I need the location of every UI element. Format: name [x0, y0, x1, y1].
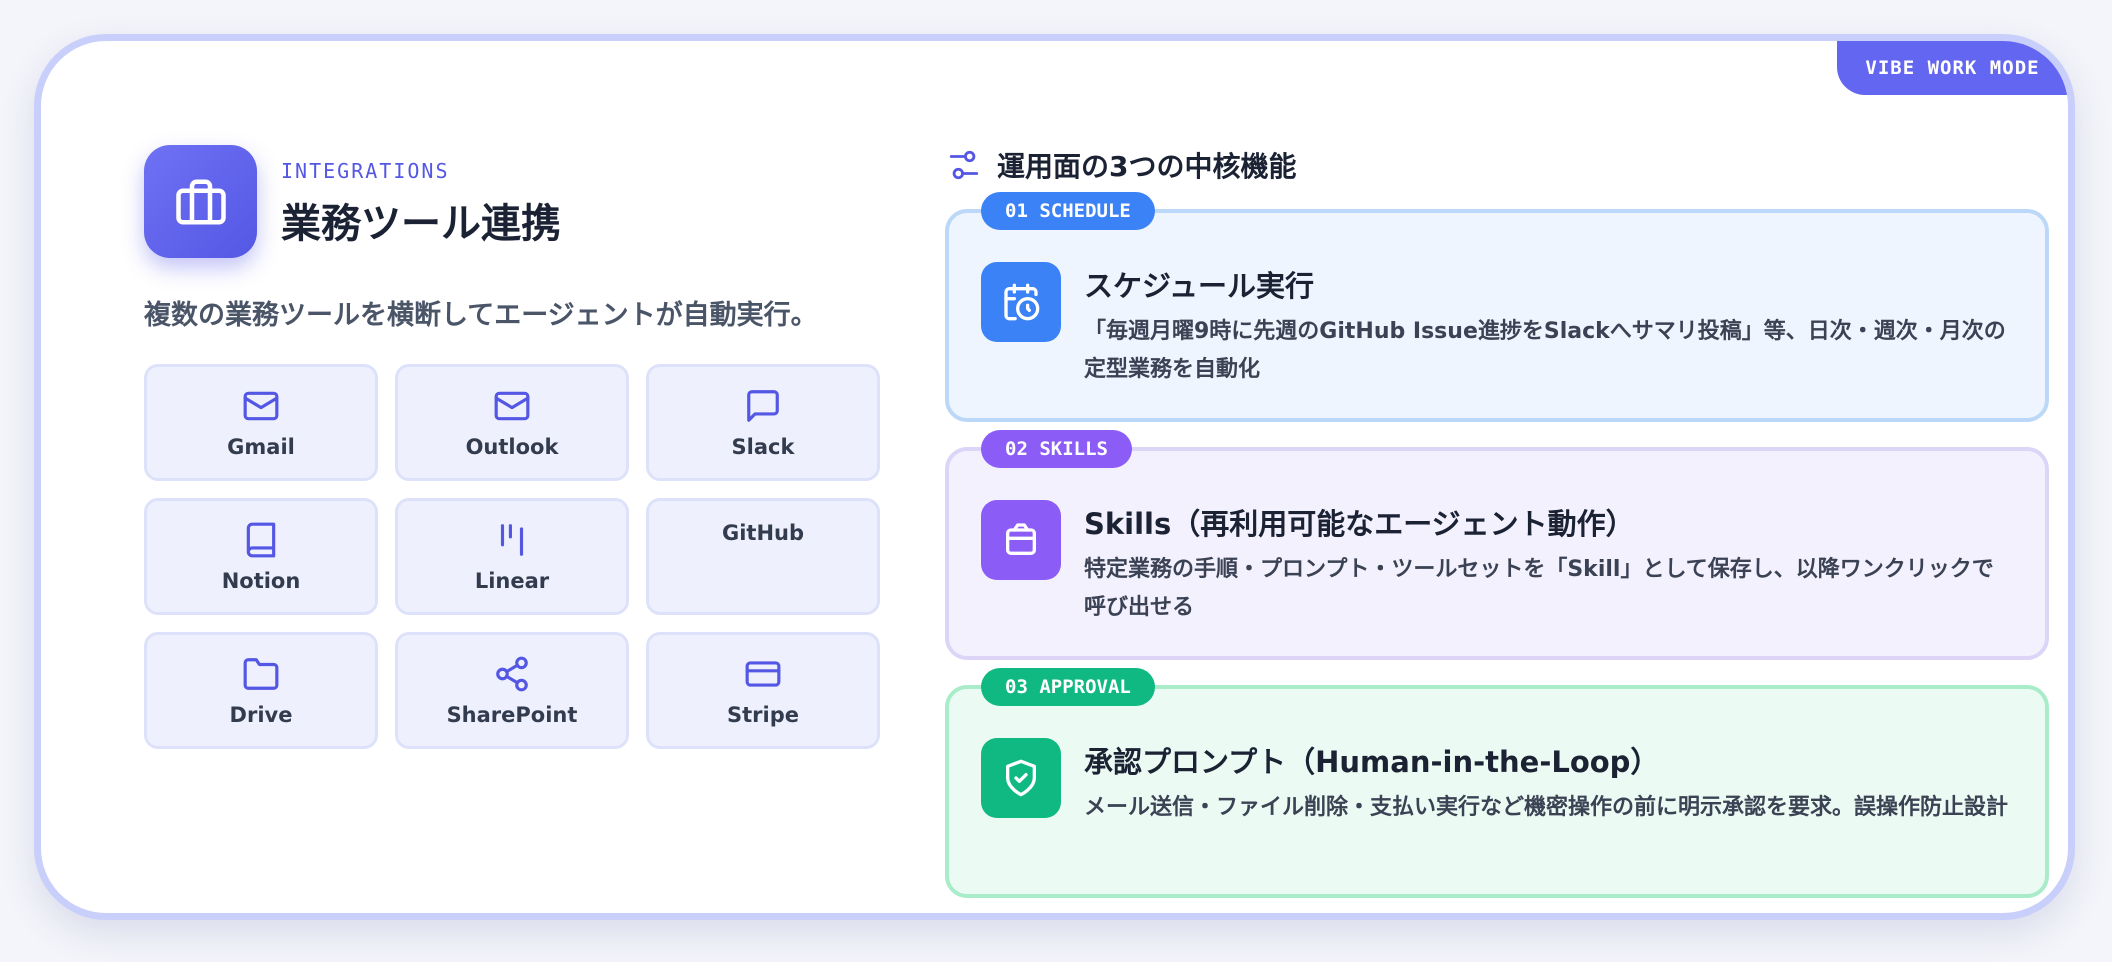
- tool-label: Gmail: [227, 434, 295, 459]
- tool-notion[interactable]: Notion: [144, 498, 378, 615]
- share-icon: [496, 656, 528, 691]
- section-header: 運用面の3つの中核機能: [947, 145, 1296, 185]
- mode-badge: VIBE WORK MODE: [1837, 41, 2068, 95]
- tool-label: Linear: [474, 568, 550, 593]
- folder-icon: [243, 657, 279, 690]
- package-icon: [981, 500, 1061, 580]
- tool-label: Notion: [221, 568, 301, 593]
- message-square-icon: [747, 389, 779, 422]
- book-icon: [246, 522, 276, 557]
- shield-check-icon: [981, 738, 1061, 818]
- feature-description: 特定業務の手順・プロンプト・ツールセットを「Skill」として保存し、以降ワンク…: [1084, 557, 1994, 620]
- feature-tag: 02 SKILLS: [981, 430, 1132, 468]
- tool-linear[interactable]: Linear: [395, 498, 629, 615]
- feature-title: Skills（再利用可能なエージェント動作）: [1084, 507, 1635, 541]
- feature-skills: 02 SKILLS Skills（再利用可能なエージェント動作） 特定業務の手順…: [945, 430, 2049, 660]
- tool-label: Stripe: [727, 702, 799, 727]
- feature-tag: 01 SCHEDULE: [981, 192, 1155, 230]
- tool-slack[interactable]: Slack: [646, 364, 880, 481]
- feature-tag: 03 APPROVAL: [981, 668, 1155, 706]
- integrations-card: VIBE WORK MODE INTEGRATIONS 業務ツール連携 複数の業…: [34, 34, 2075, 920]
- tool-label: GitHub: [721, 521, 805, 545]
- mail-icon: [243, 391, 279, 420]
- calendar-clock-icon: [981, 262, 1061, 342]
- tool-label: Drive: [229, 702, 293, 727]
- tool-grid: Gmail Outlook Slack Notion Linear GitHub…: [144, 364, 880, 749]
- tool-gmail[interactable]: Gmail: [144, 364, 378, 481]
- tool-github[interactable]: GitHub: [646, 498, 880, 615]
- subtitle: 複数の業務ツールを横断してエージェントが自動実行。: [144, 300, 818, 331]
- tool-label: Slack: [731, 434, 795, 459]
- mail-icon: [494, 391, 530, 420]
- feature-description: メール送信・ファイル削除・支払い実行など機密操作の前に明示承認を要求。誤操作防止…: [1084, 795, 2009, 820]
- tool-drive[interactable]: Drive: [144, 632, 378, 749]
- tool-stripe[interactable]: Stripe: [646, 632, 880, 749]
- section-title: 運用面の3つの中核機能: [997, 150, 1297, 183]
- sliders-icon: [949, 150, 979, 180]
- tool-sharepoint[interactable]: SharePoint: [395, 632, 629, 749]
- feature-description: 「毎週月曜9時に先週のGitHub Issue進捗をSlackへサマリ投稿」等、…: [1084, 319, 2006, 382]
- feature-schedule: 01 SCHEDULE スケジュール実行 「毎週月曜9時に先週のGitHub I…: [945, 192, 2049, 422]
- feature-approval: 03 APPROVAL 承認プロンプト（Human-in-the-Loop） メ…: [945, 668, 2049, 898]
- tool-label: SharePoint: [446, 702, 578, 727]
- eyebrow-label: INTEGRATIONS: [281, 159, 450, 183]
- briefcase-icon: [144, 145, 257, 258]
- page-title: 業務ツール連携: [281, 201, 561, 247]
- tool-label: Outlook: [465, 434, 559, 459]
- feature-title: 承認プロンプト（Human-in-the-Loop）: [1084, 745, 1660, 779]
- tool-outlook[interactable]: Outlook: [395, 364, 629, 481]
- feature-title: スケジュール実行: [1084, 269, 1314, 303]
- credit-card-icon: [745, 660, 781, 687]
- linear-icon: [500, 523, 524, 556]
